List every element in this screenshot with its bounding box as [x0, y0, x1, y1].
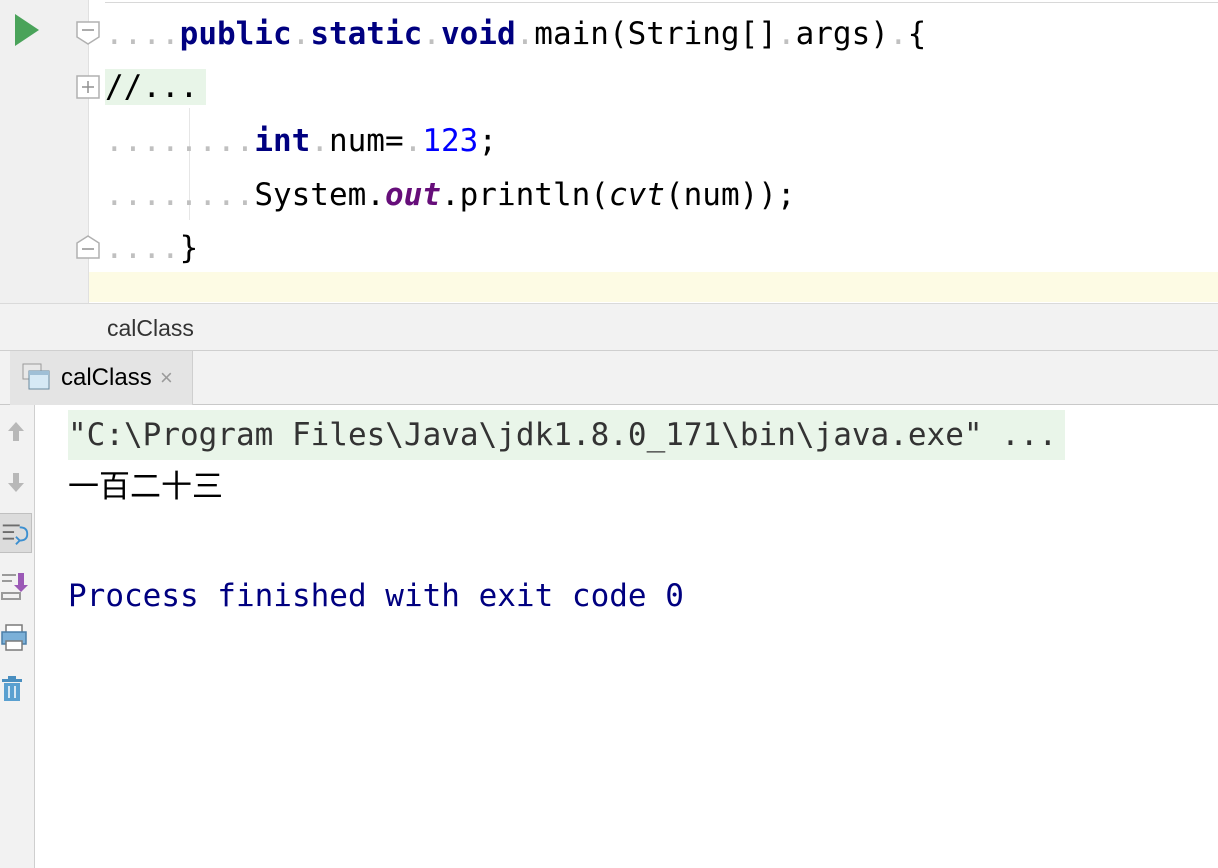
run-main-icon[interactable] — [15, 14, 39, 46]
breadcrumb: calClass — [0, 303, 1218, 351]
whitespace-dots: .... — [105, 16, 180, 52]
class-system: System. — [254, 177, 385, 213]
breadcrumb-item-calclass[interactable]: calClass — [107, 315, 194, 342]
space-dot: . — [310, 123, 329, 159]
run-tab-strip: calClass × — [0, 351, 1218, 405]
code-top-border — [105, 2, 1218, 3]
method-cvt: cvt — [608, 177, 665, 213]
space-dot: . — [403, 123, 423, 159]
trash-icon[interactable] — [0, 669, 32, 709]
code-line-main-signature[interactable]: ....public.static.void.main(String[].arg… — [105, 12, 926, 56]
keyword-static: static — [310, 16, 423, 52]
fold-end-icon[interactable] — [75, 234, 101, 260]
space-dot: . — [515, 16, 535, 52]
space-dot: . — [888, 16, 908, 52]
current-line-highlight — [0, 272, 1218, 302]
print-icon[interactable] — [0, 617, 32, 657]
folded-comment-placeholder[interactable]: //... — [105, 69, 207, 105]
whitespace-dots: ........ — [105, 123, 255, 159]
code-line-close-brace[interactable]: ....} — [105, 226, 198, 270]
close-tab-icon[interactable]: × — [160, 365, 173, 391]
param-args: args) — [795, 16, 889, 52]
field-out: out — [384, 177, 441, 213]
space-dot: . — [422, 16, 441, 52]
run-tab-label: calClass — [61, 364, 152, 391]
keyword-void: void — [440, 16, 516, 52]
space-dot: . — [291, 16, 311, 52]
method-println: .println( — [440, 177, 609, 213]
whitespace-dots: .... — [105, 230, 180, 266]
down-arrow-icon[interactable] — [0, 463, 32, 503]
method-main: main(String[] — [534, 16, 777, 52]
fold-expand-icon[interactable] — [75, 74, 101, 100]
call-tail: (num)); — [664, 177, 796, 213]
console-program-output: 一百二十三 — [68, 469, 223, 505]
code-line-folded-comment[interactable]: //... — [105, 65, 207, 109]
close-brace: } — [179, 230, 199, 266]
console-exit-message: Process finished with exit code 0 — [68, 578, 684, 614]
number-literal: 123 — [422, 123, 479, 159]
soft-wrap-icon[interactable] — [0, 513, 32, 553]
code-line-println[interactable]: ........System.out.println(cvt(num)); — [105, 173, 796, 217]
run-config-icon — [22, 363, 50, 390]
scroll-to-end-icon[interactable] — [0, 565, 32, 605]
code-editor[interactable]: ....public.static.void.main(String[].arg… — [0, 0, 1218, 303]
code-line-int-num[interactable]: ........int.num=.123; — [105, 119, 497, 163]
keyword-int: int — [254, 123, 311, 159]
semicolon: ; — [478, 123, 497, 159]
run-side-toolbar — [0, 405, 35, 868]
fold-collapse-icon[interactable] — [75, 20, 101, 46]
whitespace-dots: ........ — [105, 177, 255, 213]
console-output[interactable]: "C:\Program Files\Java\jdk1.8.0_171\bin\… — [35, 405, 1218, 868]
keyword-public: public — [179, 16, 292, 52]
run-tab-calclass[interactable]: calClass × — [10, 351, 193, 405]
up-arrow-icon[interactable] — [0, 411, 32, 451]
space-dot: . — [776, 16, 796, 52]
open-brace: { — [907, 16, 927, 52]
variable-num: num= — [328, 123, 404, 159]
console-command-line[interactable]: "C:\Program Files\Java\jdk1.8.0_171\bin\… — [68, 410, 1066, 460]
